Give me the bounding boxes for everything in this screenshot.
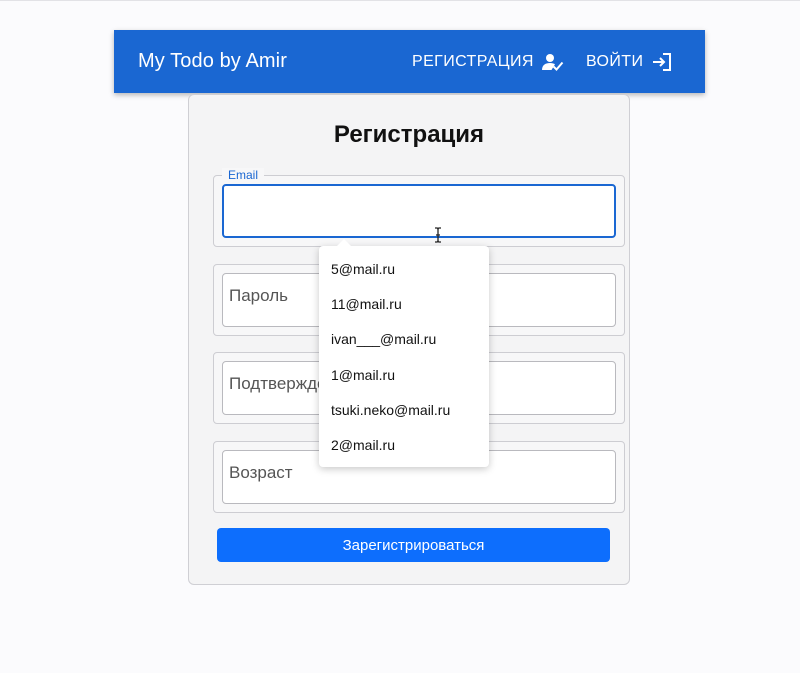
login-nav-label: ВОЙТИ: [586, 53, 644, 70]
app-bar: My Todo by Amir РЕГИСТРАЦИЯ ВОЙТИ: [114, 30, 705, 93]
autocomplete-option[interactable]: ivan___@mail.ru: [319, 322, 489, 357]
person-check-icon: [541, 52, 564, 72]
register-submit-button[interactable]: Зарегистрироваться: [217, 528, 610, 562]
autocomplete-option[interactable]: 1@mail.ru: [319, 357, 489, 392]
app-title[interactable]: My Todo by Amir: [138, 50, 287, 73]
autocomplete-option[interactable]: 11@mail.ru: [319, 286, 489, 321]
email-label: Email: [222, 168, 265, 182]
login-nav-button[interactable]: ВОЙТИ: [586, 49, 673, 75]
form-title: Регистрация: [333, 121, 485, 148]
age-placeholder: Возраст: [229, 463, 293, 482]
password-placeholder: Пароль: [229, 286, 288, 305]
login-icon: [651, 52, 673, 72]
email-field[interactable]: [222, 184, 616, 243]
register-nav-button[interactable]: РЕГИСТРАЦИЯ: [412, 49, 564, 75]
email-field-group: Email: [213, 168, 625, 247]
register-nav-label: РЕГИСТРАЦИЯ: [412, 53, 534, 70]
autocomplete-option[interactable]: 2@mail.ru: [319, 427, 489, 462]
autocomplete-option[interactable]: 5@mail.ru: [319, 251, 489, 286]
text-cursor-icon: [434, 227, 442, 248]
email-autocomplete-dropdown: 5@mail.ru 11@mail.ru ivan___@mail.ru 1@m…: [319, 239, 489, 467]
autocomplete-option[interactable]: tsuki.neko@mail.ru: [319, 392, 489, 427]
